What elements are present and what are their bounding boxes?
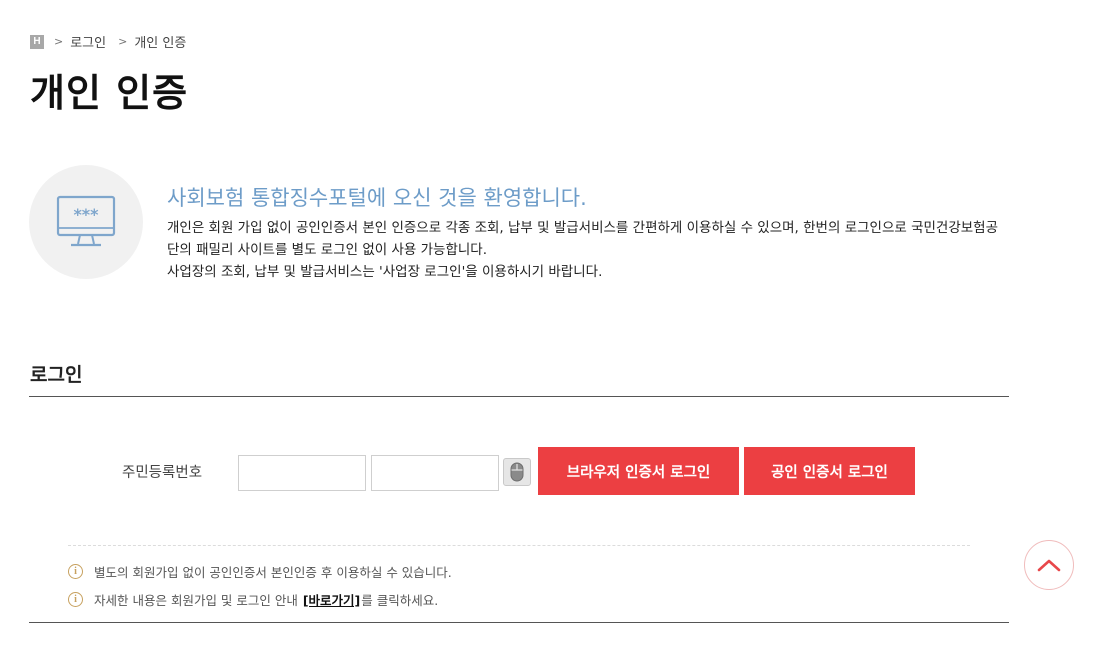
virtual-keyboard-button[interactable] xyxy=(503,458,531,486)
notice-divider xyxy=(68,545,970,546)
welcome-title: 사회보험 통합징수포털에 오신 것을 환영합니다. xyxy=(167,186,587,210)
mouse-icon xyxy=(510,462,524,482)
notice-item: i 자세한 내용은 회원가입 및 로그인 안내 [바로가기] 를 클릭하세요. xyxy=(68,590,438,609)
rrn-label: 주민등록번호 xyxy=(122,465,203,481)
home-icon[interactable]: H xyxy=(30,34,44,49)
breadcrumb-separator: > xyxy=(118,35,128,48)
monitor-password-text: *** xyxy=(73,205,99,224)
section-divider xyxy=(29,396,1009,397)
breadcrumb-separator: > xyxy=(54,35,64,48)
notice-text-before: 자세한 내용은 회원가입 및 로그인 안내 xyxy=(94,593,302,608)
monitor-password-icon: *** xyxy=(56,195,116,247)
welcome-line-2: 사업장의 조회, 납부 및 발급서비스는 '사업장 로그인'을 이용하시기 바랍… xyxy=(167,264,603,280)
breadcrumb: H > 로그인 > 개인 인증 xyxy=(30,32,186,51)
info-icon: i xyxy=(68,592,83,607)
scroll-to-top-button[interactable] xyxy=(1024,540,1074,590)
breadcrumb-item-login[interactable]: 로그인 xyxy=(70,32,106,51)
browser-cert-login-button[interactable]: 브라우저 인증서 로그인 xyxy=(538,447,739,495)
rrn-front-input[interactable] xyxy=(238,455,366,491)
notice-text: 별도의 회원가입 없이 공인인증서 본인인증 후 이용하실 수 있습니다. xyxy=(94,565,452,580)
welcome-line-1: 개인은 회원 가입 없이 공인인증서 본인 인증으로 각종 조회, 납부 및 발… xyxy=(167,220,999,258)
info-icon: i xyxy=(68,564,83,579)
shortcut-link[interactable]: [바로가기] xyxy=(303,590,360,609)
notice-text-after: 를 클릭하세요. xyxy=(361,593,439,608)
welcome-description: 개인은 회원 가입 없이 공인인증서 본인 인증으로 각종 조회, 납부 및 발… xyxy=(167,217,1009,283)
login-section-title: 로그인 xyxy=(30,364,83,386)
page-title: 개인 인증 xyxy=(30,71,189,115)
notice-item: i 별도의 회원가입 없이 공인인증서 본인인증 후 이용하실 수 있습니다. xyxy=(68,562,452,581)
public-cert-login-button[interactable]: 공인 인증서 로그인 xyxy=(744,447,915,495)
monitor-illustration: *** xyxy=(29,165,143,279)
chevron-up-icon xyxy=(1037,559,1061,572)
breadcrumb-item-personal-auth: 개인 인증 xyxy=(134,36,187,51)
page: H > 로그인 > 개인 인증 개인 인증 *** 사회보험 통합징수포털에 오… xyxy=(0,0,1097,657)
rrn-back-input[interactable] xyxy=(371,455,499,491)
bottom-divider xyxy=(29,622,1009,623)
